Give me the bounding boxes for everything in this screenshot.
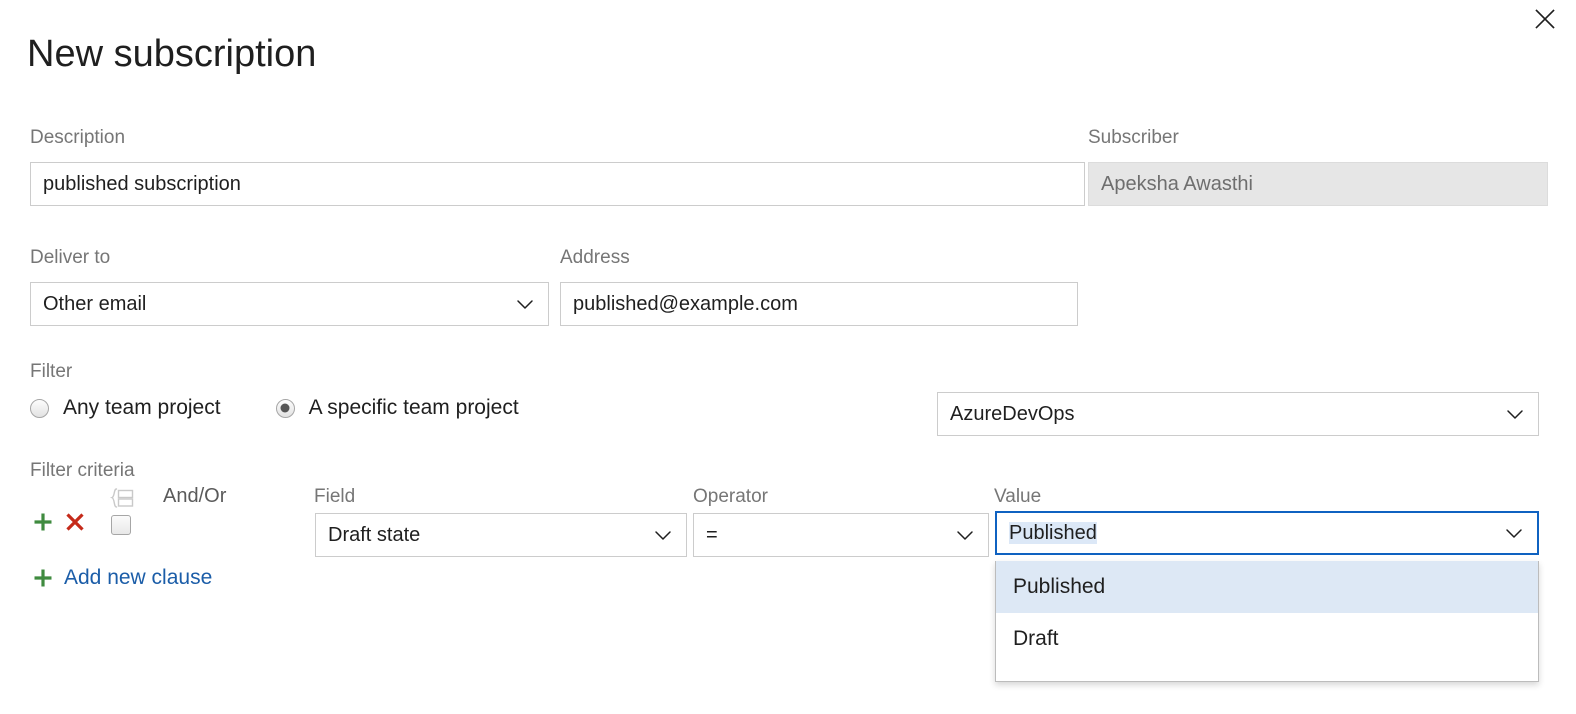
column-header-and-or: And/Or: [163, 485, 226, 508]
deliver-to-group: Deliver to Other email: [30, 246, 110, 269]
dropdown-option-draft[interactable]: Draft: [996, 613, 1538, 665]
add-new-clause-button[interactable]: Add new clause: [30, 565, 212, 591]
clause-operator-select[interactable]: =: [693, 513, 989, 557]
clause-value-selected-text: Published: [1009, 522, 1097, 544]
description-label: Description: [30, 126, 125, 149]
dropdown-option-published[interactable]: Published: [996, 561, 1538, 613]
filter-radio-group: Any team project A specific team project: [30, 396, 519, 420]
plus-icon: [30, 565, 56, 591]
subscriber-input: Apeksha Awasthi: [1088, 162, 1548, 206]
radio-indicator: [276, 399, 295, 418]
clause-row-actions: [30, 510, 88, 536]
add-clause-icon-button[interactable]: [30, 510, 56, 536]
column-header-value: Value: [994, 485, 1041, 508]
clause-field-select[interactable]: Draft state: [315, 513, 687, 557]
clause-value-select[interactable]: Published: [995, 511, 1539, 555]
radio-any-team-project[interactable]: Any team project: [30, 396, 221, 420]
chevron-down-icon: [1502, 401, 1528, 427]
filter-label: Filter: [30, 360, 72, 383]
radio-indicator: [30, 399, 49, 418]
subscriber-label: Subscriber: [1088, 126, 1179, 149]
address-label: Address: [560, 246, 630, 269]
radio-label: Any team project: [63, 396, 221, 420]
clause-field-value: Draft state: [328, 524, 650, 547]
clause-operator-value: =: [706, 524, 952, 547]
chevron-down-icon: [952, 522, 978, 548]
plus-icon: [32, 511, 54, 536]
column-header-operator: Operator: [693, 485, 768, 508]
radio-specific-team-project[interactable]: A specific team project: [276, 396, 519, 420]
page-title: New subscription: [27, 30, 316, 78]
column-header-field: Field: [314, 485, 355, 508]
delete-clause-button[interactable]: [62, 510, 88, 536]
deliver-to-value: Other email: [43, 293, 512, 316]
address-input[interactable]: published@example.com: [560, 282, 1078, 326]
close-dialog-button[interactable]: [1528, 2, 1562, 36]
radio-label: A specific team project: [309, 396, 519, 420]
filter-criteria-label: Filter criteria: [30, 459, 135, 482]
clause-value-dropdown: Published Draft: [995, 561, 1539, 682]
group-clauses-icon[interactable]: [107, 486, 137, 510]
chevron-down-icon: [512, 291, 538, 317]
delete-x-icon: [64, 511, 86, 536]
close-icon: [1534, 8, 1556, 30]
chevron-down-icon: [650, 522, 676, 548]
add-new-clause-label: Add new clause: [64, 566, 212, 590]
new-subscription-dialog: New subscription Description published s…: [0, 0, 1576, 714]
deliver-to-label: Deliver to: [30, 246, 110, 269]
row-select-checkbox[interactable]: [111, 515, 131, 535]
subscriber-group: Subscriber Apeksha Awasthi: [1088, 126, 1179, 149]
clause-value-text: Published: [1009, 522, 1501, 545]
team-project-select[interactable]: AzureDevOps: [937, 392, 1539, 436]
team-project-value: AzureDevOps: [950, 403, 1502, 426]
deliver-to-select[interactable]: Other email: [30, 282, 549, 326]
address-group: Address published@example.com: [560, 246, 630, 269]
description-input[interactable]: published subscription: [30, 162, 1085, 206]
chevron-down-icon: [1501, 520, 1527, 546]
